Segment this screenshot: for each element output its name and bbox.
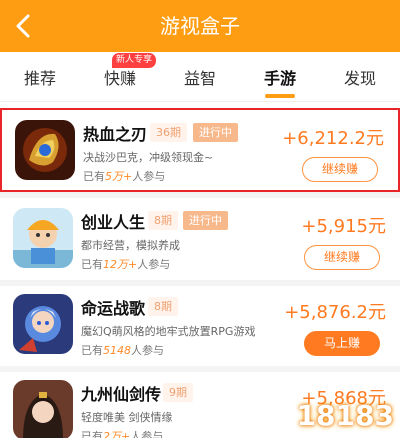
continue-earn-button[interactable]: 继续赚 bbox=[304, 245, 380, 270]
period-badge: 8期 bbox=[148, 211, 178, 230]
list-item[interactable]: 创业人生 8期 进行中 都市经营，模拟养成 已有12万+人参与 +5,915元 … bbox=[0, 198, 400, 282]
period-badge: 36期 bbox=[150, 123, 187, 142]
participant-count: 已有5148人参与 bbox=[81, 344, 164, 357]
period-badge: 8期 bbox=[148, 297, 178, 316]
period-badge: 9期 bbox=[163, 383, 193, 402]
tab-puzzle[interactable]: 益智 bbox=[160, 52, 240, 102]
new-user-badge: 新人专享 bbox=[112, 53, 157, 68]
reward-amount: +5,876.2元 bbox=[284, 302, 386, 323]
game-icon-chuangye bbox=[13, 208, 73, 268]
watermark-logo: 18183 bbox=[296, 399, 394, 432]
earn-now-button[interactable]: 马上赚 bbox=[304, 331, 380, 356]
top-bar: 游视盒子 bbox=[0, 0, 400, 52]
continue-earn-button[interactable]: 继续赚 bbox=[302, 157, 378, 182]
game-description: 魔幻Q萌风格的地牢式放置RPG游戏 bbox=[81, 325, 256, 338]
game-name: 创业人生 bbox=[81, 213, 146, 232]
active-tab-indicator bbox=[265, 94, 295, 98]
list-item[interactable]: 命运战歌 8期 魔幻Q萌风格的地牢式放置RPG游戏 已有5148人参与 +5,8… bbox=[0, 284, 400, 368]
game-description: 轻度唯美 剑侠情缘 bbox=[81, 411, 173, 424]
game-name: 命运战歌 bbox=[81, 299, 146, 318]
status-badge: 进行中 bbox=[183, 211, 228, 230]
status-badge: 进行中 bbox=[193, 123, 238, 142]
game-icon-mingyun bbox=[13, 294, 73, 354]
reward-amount: +6,212.2元 bbox=[282, 128, 384, 149]
reward-amount: +5,915元 bbox=[301, 216, 386, 237]
game-icon-jiuzhou bbox=[13, 380, 73, 438]
participant-count: 已有5万+人参与 bbox=[83, 170, 166, 183]
page-title: 游视盒子 bbox=[160, 14, 240, 38]
tab-discover[interactable]: 发现 bbox=[320, 52, 400, 102]
game-description: 都市经营，模拟养成 bbox=[81, 239, 180, 252]
list-item[interactable]: 热血之刃 36期 进行中 决战沙巴克，冲级领现金~ 已有5万+人参与 +6,21… bbox=[0, 108, 400, 192]
game-name: 九州仙剑传 bbox=[81, 385, 162, 404]
participant-count: 已有2万+人参与 bbox=[81, 430, 164, 438]
tab-recommend[interactable]: 推荐 bbox=[0, 52, 80, 102]
game-icon-rexue bbox=[15, 120, 75, 180]
game-description: 决战沙巴克，冲级领现金~ bbox=[83, 151, 214, 164]
tab-bar: 推荐 快赚 益智 手游 发现 bbox=[0, 52, 400, 102]
participant-count: 已有12万+人参与 bbox=[81, 258, 171, 271]
game-name: 热血之刃 bbox=[83, 125, 148, 144]
